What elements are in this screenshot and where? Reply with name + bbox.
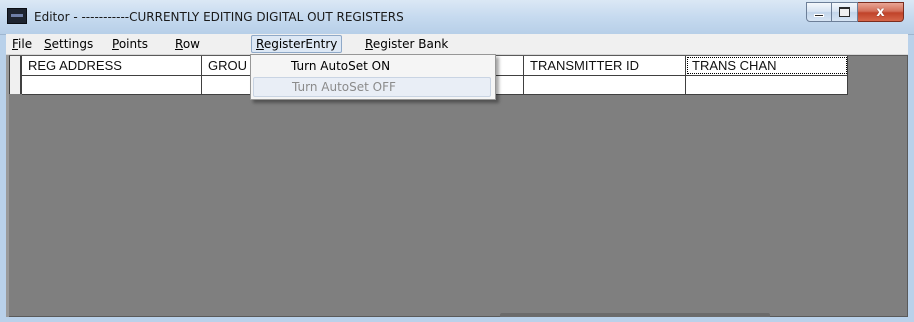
menu-file[interactable]: File xyxy=(8,36,36,52)
title-bar[interactable]: Editor - -----------CURRENTLY EDITING DI… xyxy=(0,0,914,35)
window-controls: x xyxy=(806,2,904,24)
cell-transmitter-id[interactable] xyxy=(524,76,686,94)
menu-register-bank-label: egister Bank xyxy=(372,37,449,51)
minimize-icon xyxy=(814,13,824,17)
maximize-button[interactable] xyxy=(832,2,858,22)
close-icon: x xyxy=(876,4,885,20)
menu-points-accel: P xyxy=(112,37,119,51)
editor-window: Editor - -----------CURRENTLY EDITING DI… xyxy=(0,0,914,322)
registerentry-dropdown-menu: Turn AutoSet ON Turn AutoSet OFF xyxy=(250,54,496,100)
menu-turn-autoset-on[interactable]: Turn AutoSet ON xyxy=(253,56,491,76)
menu-settings-accel: S xyxy=(44,37,52,51)
grid-row-selector[interactable] xyxy=(9,56,21,94)
header-reg-address[interactable]: REG ADDRESS xyxy=(22,56,202,75)
menu-registerentry-accel: R xyxy=(256,37,264,51)
window-title: Editor - -----------CURRENTLY EDITING DI… xyxy=(34,10,404,24)
menu-points[interactable]: Points xyxy=(108,36,152,52)
minimize-button[interactable] xyxy=(806,2,832,22)
header-trans-chan[interactable]: TRANS CHAN xyxy=(686,56,848,75)
menu-register-bank-accel: R xyxy=(365,37,373,51)
close-button[interactable]: x xyxy=(858,2,904,22)
left-edge xyxy=(6,55,9,317)
app-icon[interactable] xyxy=(7,8,27,24)
cell-reg-address[interactable] xyxy=(22,76,202,94)
menu-registerentry-label: egisterEntry xyxy=(263,37,338,51)
menu-points-label: oints xyxy=(118,37,149,51)
maximize-icon xyxy=(839,7,850,17)
menu-settings-label: ettings xyxy=(51,37,94,51)
menu-row-accel: R xyxy=(175,37,183,51)
menu-row-label: ow xyxy=(182,37,200,51)
menu-file-label: ile xyxy=(18,37,33,51)
menu-settings[interactable]: Settings xyxy=(40,36,97,52)
menu-bar: File Settings Points Row RegisterEntry R… xyxy=(6,34,908,55)
cell-trans-chan[interactable] xyxy=(686,76,848,94)
menu-row[interactable]: Row xyxy=(171,36,204,52)
menu-turn-autoset-off[interactable]: Turn AutoSet OFF xyxy=(253,77,491,97)
header-transmitter-id[interactable]: TRANSMITTER ID xyxy=(524,56,686,75)
menu-registerentry[interactable]: RegisterEntry xyxy=(251,35,343,53)
window-bottom-edge xyxy=(0,317,914,322)
menu-register-bank[interactable]: Register Bank xyxy=(361,36,452,52)
